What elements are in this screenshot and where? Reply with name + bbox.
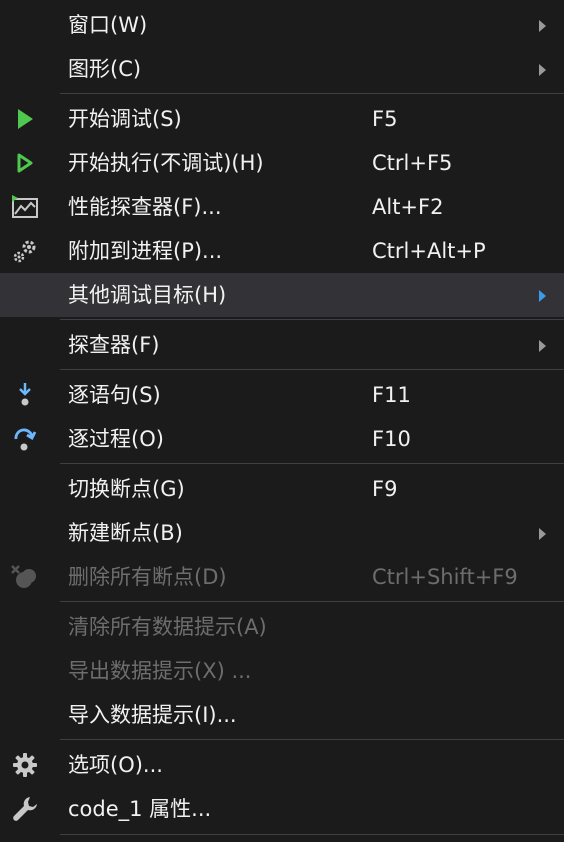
menu-item-shortcut: F5 xyxy=(372,107,398,131)
menu-item-label: code_1 属性... xyxy=(68,797,212,821)
submenu-arrow-icon xyxy=(539,64,546,76)
menu-item-label: 其他调试目标(H) xyxy=(68,283,227,307)
menu-separator xyxy=(60,369,564,370)
menu-item-label: 切换断点(G) xyxy=(68,477,185,501)
menu-item-label: 新建断点(B) xyxy=(68,521,183,545)
menu-item-shortcut: F11 xyxy=(372,383,411,407)
step-into-icon xyxy=(10,382,40,408)
menu-item-label: 图形(C) xyxy=(68,57,142,81)
step-over-icon xyxy=(10,426,40,452)
menu-item-label: 导出数据提示(X) ... xyxy=(68,659,252,683)
menu-item-shortcut: F9 xyxy=(372,477,398,501)
menu-item-attach-to-process[interactable]: 附加到进程(P)... Ctrl+Alt+P xyxy=(0,229,564,273)
menu-item-label: 性能探查器(F)... xyxy=(68,195,222,219)
menu-item-delete-all-breakpoints: 删除所有断点(D) Ctrl+Shift+F9 xyxy=(0,555,564,599)
menu-separator xyxy=(60,834,564,835)
menu-item-other-debug-targets[interactable]: 其他调试目标(H) xyxy=(0,273,564,317)
menu-item-shortcut: Ctrl+Alt+P xyxy=(372,239,486,263)
menu-item-label: 删除所有断点(D) xyxy=(68,565,227,589)
menu-item-start-without-debugging[interactable]: 开始执行(不调试)(H) Ctrl+F5 xyxy=(0,141,564,185)
debug-menu: 窗口(W) 图形(C) 开始调试(S) F5 开始执行(不调试)(H) Ctrl… xyxy=(0,0,564,842)
menu-item-new-breakpoint[interactable]: 新建断点(B) xyxy=(0,511,564,555)
menu-item-shortcut: Ctrl+Shift+F9 xyxy=(372,565,518,589)
menu-separator xyxy=(60,739,564,740)
menu-item-graphics[interactable]: 图形(C) xyxy=(0,47,564,91)
menu-item-step-into[interactable]: 逐语句(S) F11 xyxy=(0,373,564,417)
performance-profiler-icon xyxy=(10,194,40,220)
menu-item-performance-profiler[interactable]: 性能探查器(F)... Alt+F2 xyxy=(0,185,564,229)
menu-item-import-datatips[interactable]: 导入数据提示(I)... xyxy=(0,693,564,737)
menu-item-window[interactable]: 窗口(W) xyxy=(0,3,564,47)
gear-icon xyxy=(10,752,40,778)
menu-item-label: 清除所有数据提示(A) xyxy=(68,615,267,639)
menu-separator xyxy=(60,601,564,602)
menu-separator xyxy=(60,463,564,464)
menu-item-label: 探查器(F) xyxy=(68,333,160,357)
menu-item-shortcut: Ctrl+F5 xyxy=(372,151,453,175)
menu-item-label: 逐语句(S) xyxy=(68,383,161,407)
menu-item-project-properties[interactable]: code_1 属性... xyxy=(0,787,564,831)
menu-item-options[interactable]: 选项(O)... xyxy=(0,743,564,787)
menu-item-profiler[interactable]: 探查器(F) xyxy=(0,323,564,367)
menu-separator xyxy=(60,93,564,94)
menu-item-start-debugging[interactable]: 开始调试(S) F5 xyxy=(0,97,564,141)
start-debug-icon xyxy=(10,106,40,132)
attach-process-icon xyxy=(10,238,40,264)
menu-item-label: 导入数据提示(I)... xyxy=(68,703,237,727)
menu-item-shortcut: F10 xyxy=(372,427,411,451)
menu-item-toggle-breakpoint[interactable]: 切换断点(G) F9 xyxy=(0,467,564,511)
menu-separator xyxy=(60,319,564,320)
menu-item-label: 选项(O)... xyxy=(68,753,163,777)
start-without-debug-icon xyxy=(10,150,40,176)
menu-item-label: 开始调试(S) xyxy=(68,107,182,131)
submenu-arrow-icon xyxy=(539,20,546,32)
submenu-arrow-icon xyxy=(539,528,546,540)
menu-item-step-over[interactable]: 逐过程(O) F10 xyxy=(0,417,564,461)
submenu-arrow-icon xyxy=(539,340,546,352)
wrench-icon xyxy=(10,796,40,822)
delete-breakpoints-icon xyxy=(10,564,40,590)
menu-item-clear-all-datatips: 清除所有数据提示(A) xyxy=(0,605,564,649)
menu-item-shortcut: Alt+F2 xyxy=(372,195,444,219)
menu-item-export-datatips: 导出数据提示(X) ... xyxy=(0,649,564,693)
submenu-arrow-icon xyxy=(539,290,546,302)
menu-item-label: 附加到进程(P)... xyxy=(68,239,223,263)
menu-item-label: 逐过程(O) xyxy=(68,427,164,451)
menu-item-label: 开始执行(不调试)(H) xyxy=(68,151,264,175)
menu-item-label: 窗口(W) xyxy=(68,13,148,37)
